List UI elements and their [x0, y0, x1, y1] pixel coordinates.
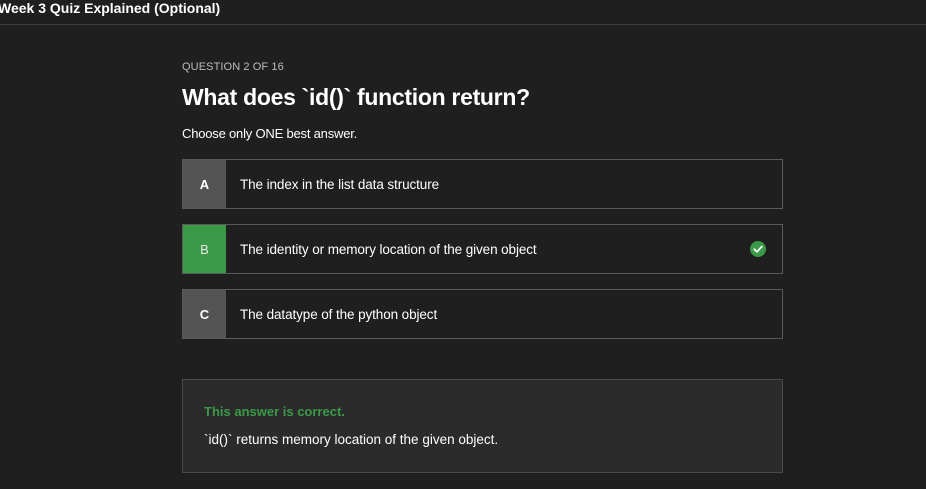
option-text: The datatype of the python object	[240, 306, 438, 322]
answer-feedback: This answer is correct. `id()` returns m…	[182, 379, 783, 473]
option-text: The index in the list data structure	[240, 176, 440, 192]
option-a[interactable]: A The index in the list data structure	[182, 159, 783, 209]
option-letter: C	[183, 290, 226, 338]
answer-options: A The index in the list data structure B…	[182, 159, 783, 339]
check-circle-icon	[750, 241, 766, 257]
feedback-explanation: `id()` returns memory location of the gi…	[204, 432, 499, 447]
question-counter: QUESTION 2 OF 16	[182, 61, 284, 73]
feedback-status: This answer is correct.	[204, 404, 345, 419]
option-letter: B	[183, 225, 226, 273]
option-letter: A	[183, 160, 226, 208]
quiz-question: QUESTION 2 OF 16 What does `id()` functi…	[182, 60, 783, 354]
question-instruction: Choose only ONE best answer.	[182, 126, 358, 141]
lesson-title: Week 3 Quiz Explained (Optional)	[0, 0, 221, 16]
option-b[interactable]: B The identity or memory location of the…	[182, 224, 783, 274]
top-bar: Week 3 Quiz Explained (Optional)	[0, 0, 926, 25]
option-c[interactable]: C The datatype of the python object	[182, 289, 783, 339]
question-title: What does `id()` function return?	[182, 84, 530, 110]
option-text: The identity or memory location of the g…	[240, 241, 537, 257]
